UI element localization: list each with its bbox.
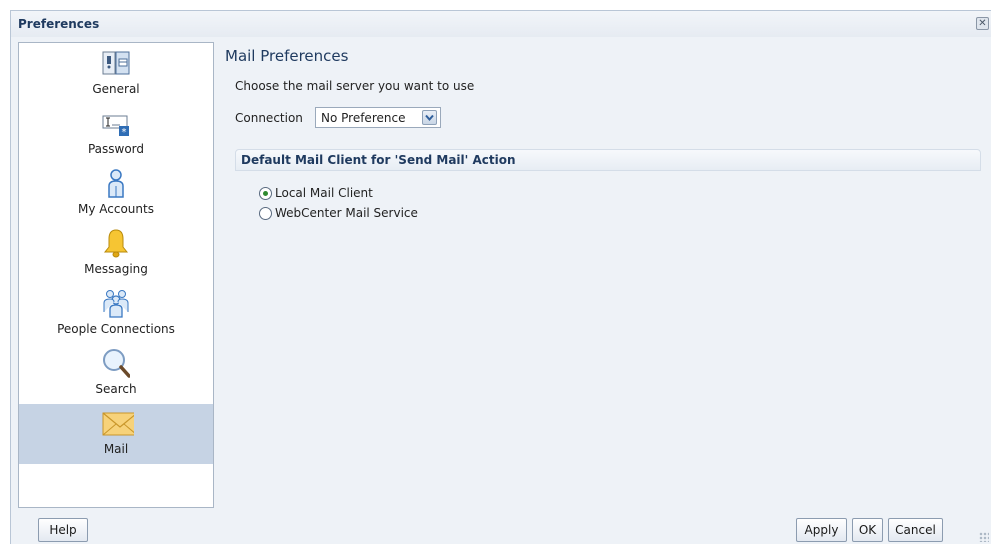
password-icon: * <box>102 115 129 138</box>
connection-select-value: No Preference <box>321 111 406 125</box>
sidebar-item-label: My Accounts <box>78 202 154 216</box>
dialog-titlebar: Preferences ✕ <box>11 11 991 37</box>
people-icon <box>103 290 129 318</box>
sidebar-item-label: Search <box>95 382 137 396</box>
page-description: Choose the mail server you want to use <box>235 79 475 93</box>
magnifier-icon <box>103 349 130 378</box>
page-title: Mail Preferences <box>225 47 349 65</box>
sidebar-item-label: General <box>92 82 140 96</box>
section-header: Default Mail Client for 'Send Mail' Acti… <box>235 149 981 171</box>
radio-button[interactable] <box>259 207 272 220</box>
bell-icon <box>103 229 129 258</box>
preferences-dialog: Preferences ✕ General * Password My Acco… <box>10 10 991 544</box>
resize-grip-icon[interactable] <box>979 532 989 542</box>
sidebar-item-label: Mail <box>103 442 129 456</box>
user-icon <box>108 169 124 198</box>
connection-select[interactable]: No Preference <box>315 107 441 128</box>
close-icon[interactable]: ✕ <box>976 17 989 30</box>
sidebar-item-search[interactable]: Search <box>19 344 213 404</box>
sidebar-item-label: Messaging <box>84 262 148 276</box>
chevron-down-icon[interactable] <box>422 110 437 125</box>
sidebar-item-general[interactable]: General <box>19 44 213 104</box>
radio-label: WebCenter Mail Service <box>275 206 418 220</box>
sidebar-item-password[interactable]: * Password <box>19 104 213 164</box>
mail-preferences-panel: Mail Preferences Choose the mail server … <box>225 42 981 508</box>
cancel-button[interactable]: Cancel <box>888 518 943 542</box>
dialog-title: Preferences <box>18 17 100 31</box>
section-title: Default Mail Client for 'Send Mail' Acti… <box>241 153 516 167</box>
sidebar-item-people-connections[interactable]: People Connections <box>19 284 213 344</box>
help-button[interactable]: Help <box>38 518 88 542</box>
connection-label: Connection <box>235 111 303 125</box>
preferences-sidebar: General * Password My Accounts Messaging… <box>18 42 214 508</box>
general-icon <box>102 51 130 75</box>
sidebar-item-my-accounts[interactable]: My Accounts <box>19 164 213 224</box>
radio-button[interactable] <box>259 187 272 200</box>
sidebar-item-label: Password <box>87 142 145 156</box>
ok-button[interactable]: OK <box>852 518 883 542</box>
sidebar-item-messaging[interactable]: Messaging <box>19 224 213 284</box>
sidebar-item-mail[interactable]: Mail <box>19 404 213 464</box>
radio-label: Local Mail Client <box>275 186 373 200</box>
svg-text:*: * <box>122 127 127 138</box>
envelope-icon <box>102 412 134 436</box>
apply-button[interactable]: Apply <box>796 518 847 542</box>
sidebar-item-label: People Connections <box>57 322 175 336</box>
